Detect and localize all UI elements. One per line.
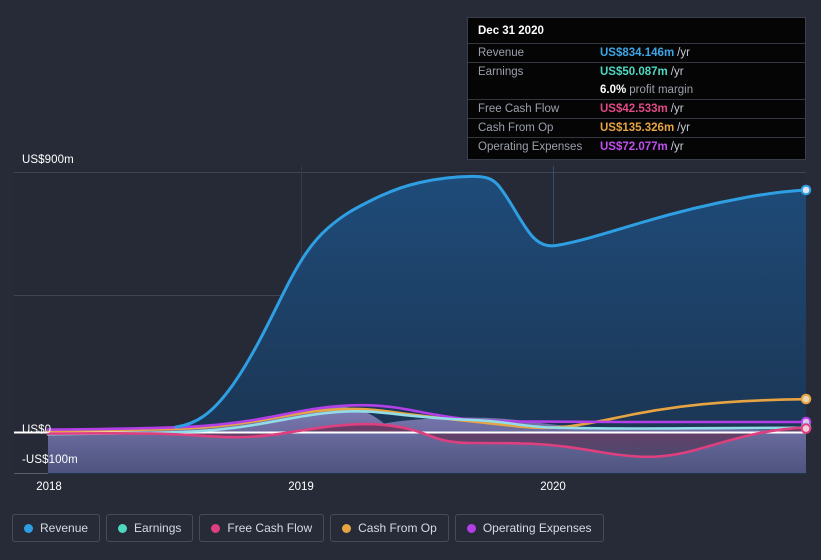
tooltip-row-profit-margin: 6.0% profit margin [468, 81, 805, 99]
tooltip-value-profit-margin: 6.0% [600, 84, 627, 96]
legend-label-cash-from-op: Cash From Op [358, 521, 437, 535]
legend-label-operating-expenses: Operating Expenses [482, 521, 592, 535]
endpoint-revenue [800, 184, 812, 196]
tooltip-title: Dec 31 2020 [478, 25, 544, 37]
y-axis-label-bottom: -US$100m [22, 454, 78, 466]
tooltip-row-earnings: Earnings US$50.087m /yr [468, 62, 805, 81]
tooltip-value-revenue: US$834.146m [600, 47, 675, 59]
legend-item-operating-expenses[interactable]: Operating Expenses [454, 514, 604, 542]
x-axis-tick-2018: 2018 [36, 481, 62, 493]
x-axis-tick-2020: 2020 [540, 481, 566, 493]
tooltip-value-free-cash-flow: US$42.533m [600, 103, 668, 115]
tooltip-row-revenue: Revenue US$834.146m /yr [468, 43, 805, 62]
legend-item-cash-from-op[interactable]: Cash From Op [330, 514, 449, 542]
legend-item-free-cash-flow[interactable]: Free Cash Flow [199, 514, 325, 542]
chart-legend: Revenue Earnings Free Cash Flow Cash Fro… [12, 514, 604, 542]
tooltip-label-free-cash-flow: Free Cash Flow [478, 103, 560, 115]
tooltip-label-operating-expenses: Operating Expenses [478, 141, 583, 153]
legend-dot-revenue [24, 523, 33, 533]
tooltip-label-earnings: Earnings [478, 66, 524, 78]
y-axis-label-top: US$900m [22, 154, 74, 166]
legend-dot-free-cash-flow [211, 523, 221, 533]
legend-dot-earnings [118, 523, 128, 533]
tooltip-label-cash-from-op: Cash From Op [478, 122, 554, 134]
legend-dot-operating-expenses [466, 523, 476, 533]
tooltip-row-free-cash-flow: Free Cash Flow US$42.533m /yr [468, 99, 805, 118]
tooltip-value-cash-from-op: US$135.326m [600, 122, 675, 134]
legend-item-earnings[interactable]: Earnings [106, 514, 194, 542]
legend-item-revenue[interactable]: Revenue [12, 514, 101, 542]
tooltip-row-cash-from-op: Cash From Op US$135.326m /yr [468, 118, 805, 137]
tooltip-suffix-profit-margin: profit margin [629, 84, 694, 96]
endpoint-cash-from-op [800, 393, 812, 405]
tooltip-unit-revenue: /yr [677, 47, 690, 59]
tooltip-row-operating-expenses: Operating Expenses US$72.077m /yr [468, 137, 805, 156]
chart-tooltip: Dec 31 2020 Revenue US$834.146m /yr Earn… [467, 17, 806, 160]
financial-chart: US$900m US$0 -US$100m 2018 2019 2020 Dec… [0, 0, 821, 560]
tooltip-unit-earnings: /yr [670, 66, 684, 78]
legend-label-free-cash-flow: Free Cash Flow [227, 521, 313, 535]
tooltip-unit-cash-from-op: /yr [677, 122, 690, 134]
tooltip-unit-operating-expenses: /yr [670, 141, 684, 153]
tooltip-value-earnings: US$50.087m [600, 66, 668, 78]
x-axis-tick-2019: 2019 [288, 481, 314, 493]
legend-dot-cash-from-op [342, 523, 352, 533]
tooltip-value-operating-expenses: US$72.077m [600, 141, 668, 153]
tooltip-label-revenue: Revenue [478, 47, 525, 59]
y-axis-label-zero: US$0 [22, 424, 52, 436]
endpoint-free-cash-flow [800, 423, 812, 434]
tooltip-unit-free-cash-flow: /yr [670, 103, 684, 115]
legend-label-revenue: Revenue [40, 521, 89, 535]
legend-label-earnings: Earnings [134, 521, 182, 535]
